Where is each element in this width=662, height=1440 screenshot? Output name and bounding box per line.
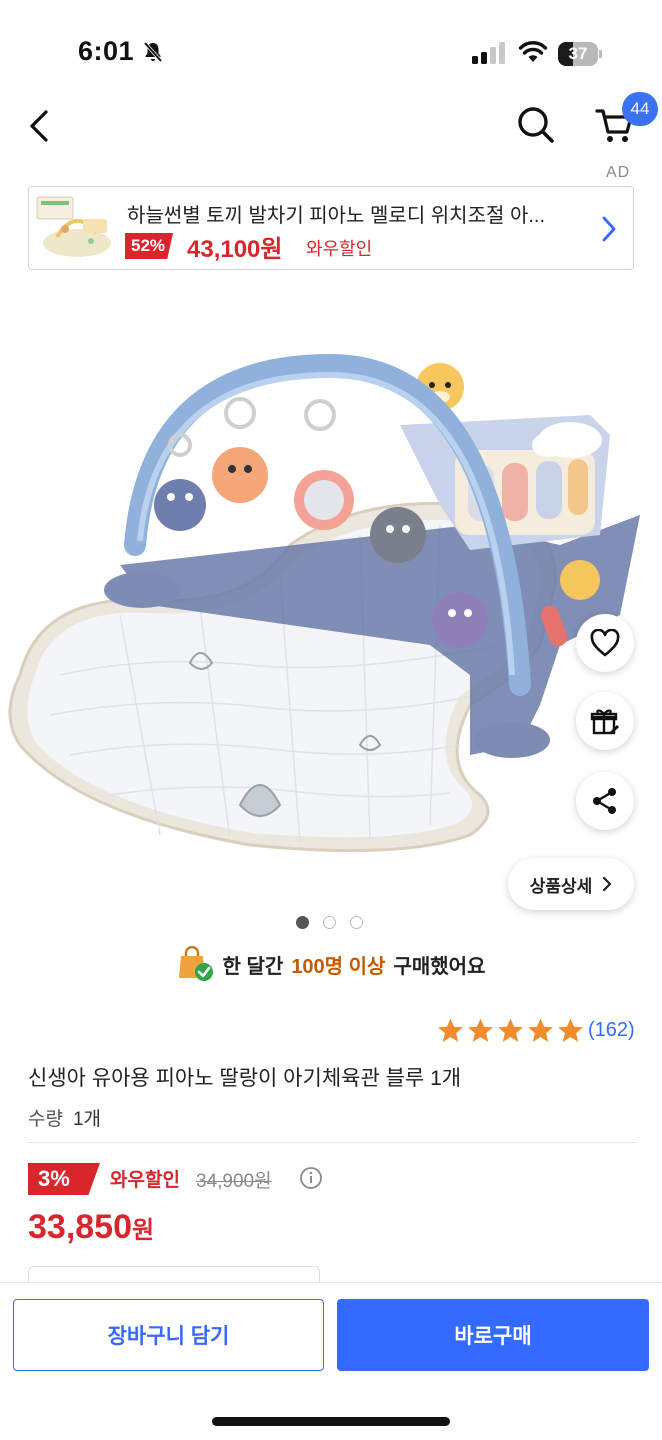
sale-price-unit: 원 [132, 1217, 155, 1244]
shopping-bag-check-icon [178, 946, 213, 981]
purchase-count: 100명 이상 [291, 955, 386, 978]
discount-badge: 3% [28, 1163, 100, 1195]
cart-count-badge[interactable]: 44 [622, 92, 658, 126]
wishlist-button[interactable] [576, 614, 634, 672]
pagination-dot[interactable] [323, 916, 336, 929]
search-icon[interactable] [515, 104, 557, 146]
add-to-cart-button[interactable]: 장바구니 담기 [13, 1299, 324, 1371]
status-time: 6:01 [78, 36, 135, 66]
purchase-count-banner: 한 달간 100명 이상 구매했어요 [0, 940, 662, 988]
sale-price: 33,850원 [28, 1208, 154, 1247]
battery-indicator: 37 [558, 42, 602, 66]
gift-button[interactable] [576, 692, 634, 750]
buy-now-button[interactable]: 바로구매 [337, 1299, 649, 1371]
sale-price-amount: 33,850 [28, 1208, 132, 1246]
ad-title: 하늘썬별 토끼 발차기 피아노 멜로디 위치조절 아... [127, 205, 546, 227]
quantity-label: 수량 [28, 1109, 63, 1130]
divider [28, 1142, 636, 1143]
image-pagination [296, 916, 363, 929]
wifi-icon [518, 41, 548, 62]
star-icon [498, 1018, 523, 1042]
ad-banner[interactable]: 하늘썬별 토끼 발차기 피아노 멜로디 위치조절 아... 52% 43,100… [28, 186, 634, 270]
review-count-link[interactable]: (162) [588, 1019, 635, 1042]
bell-slash-icon [143, 41, 163, 63]
ad-product-thumbnail [36, 196, 111, 257]
star-icon [468, 1018, 493, 1042]
chevron-right-icon [603, 876, 612, 892]
status-bar: 6:01 37 [0, 0, 662, 100]
home-indicator [212, 1417, 450, 1426]
bottom-action-bar: 장바구니 담기 바로구매 [0, 1282, 662, 1440]
quantity-info: 수량 1개 [28, 1104, 101, 1131]
gift-icon [590, 709, 619, 735]
battery-level: 37 [568, 44, 588, 63]
product-detail-button[interactable]: 상품상세 [508, 858, 634, 910]
purchase-suffix: 구매했어요 [393, 955, 486, 978]
product-title: 신생아 유아용 피아노 딸랑이 아기체육관 블루 1개 [28, 1067, 462, 1090]
chevron-right-icon [602, 216, 616, 242]
star-icon [558, 1018, 583, 1042]
pagination-dot[interactable] [296, 916, 309, 929]
signal-icon [472, 42, 505, 64]
ad-discount-badge: 52% [125, 233, 174, 259]
ad-label: AD [606, 164, 631, 181]
share-button[interactable] [576, 772, 634, 830]
ad-price: 43,100원 [187, 236, 283, 263]
star-icon [438, 1018, 463, 1042]
share-icon [593, 788, 616, 814]
product-detail-label: 상품상세 [529, 876, 593, 896]
ad-wow-label: 와우할인 [306, 239, 373, 259]
star-icon [528, 1018, 553, 1042]
back-arrow-icon[interactable] [24, 106, 58, 146]
info-icon[interactable] [299, 1166, 323, 1190]
original-price: 34,900원 [196, 1171, 272, 1192]
star-rating[interactable] [436, 1017, 585, 1044]
wow-discount-label: 와우할인 [110, 1170, 180, 1191]
pagination-dot[interactable] [350, 916, 363, 929]
heart-icon [590, 629, 620, 657]
quantity-value: 1개 [72, 1109, 102, 1130]
product-image[interactable] [0, 345, 662, 865]
purchase-prefix: 한 달간 [222, 955, 284, 978]
